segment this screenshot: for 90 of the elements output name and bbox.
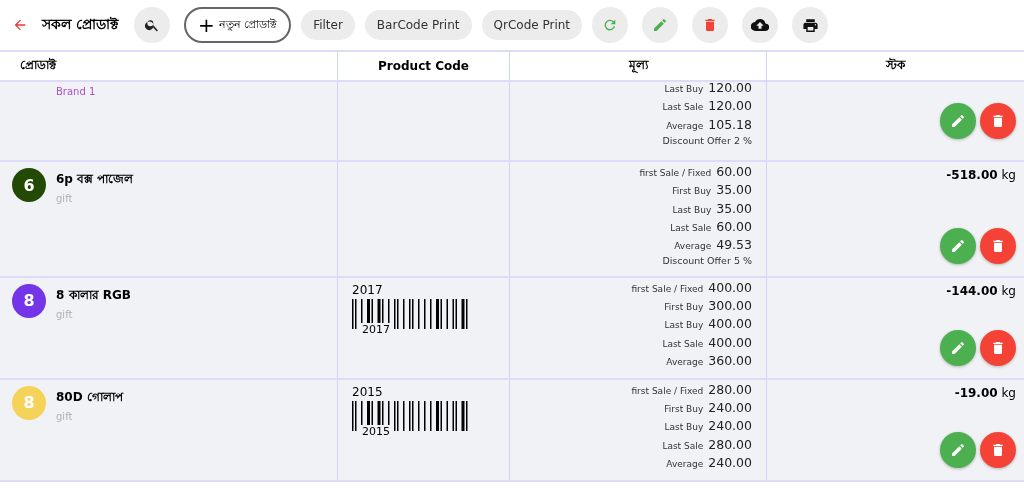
pencil-icon [950, 237, 966, 254]
price-value: 105.18 [708, 116, 752, 132]
trash-icon [990, 441, 1006, 458]
price-label: Average [666, 356, 704, 367]
price-label: First Buy [664, 404, 704, 415]
edit-button[interactable] [940, 431, 976, 468]
price-value: 240.00 [708, 454, 752, 470]
back-arrow-icon[interactable] [12, 17, 28, 33]
price-label: Average [666, 120, 704, 131]
price-label: Average [666, 458, 704, 469]
price-value: 120.00 [708, 80, 752, 95]
column-header[interactable]: মূল্য [628, 56, 648, 76]
product-code: 2017 [352, 282, 383, 297]
price-value: 35.00 [716, 200, 752, 216]
edit-button[interactable] [940, 227, 976, 264]
avatar: 6 [12, 168, 46, 202]
category-label: Brand 1 [56, 86, 96, 97]
pencil-icon [950, 339, 966, 356]
price-label: Last Buy [664, 422, 704, 433]
delete-button[interactable] [692, 7, 729, 43]
price-label: Last Sale [662, 338, 704, 349]
price-label: Average [674, 241, 712, 252]
print-button[interactable] [792, 7, 829, 43]
refresh-button[interactable] [592, 7, 629, 43]
toolbar-chip[interactable]: BarCode Print [364, 10, 472, 40]
price-label: Last Buy [664, 320, 704, 331]
avatar: 8 [12, 283, 46, 318]
column-header[interactable]: প্রোডাক্ট [20, 56, 56, 76]
price-value: 60.00 [716, 218, 752, 234]
price-value: 49.53 [716, 237, 752, 253]
barcode-number: 2015 [361, 424, 391, 438]
price-value: 300.00 [708, 298, 752, 314]
pencil-icon [950, 441, 966, 458]
price-value: 400.00 [708, 279, 752, 295]
category-label: gift [56, 193, 74, 204]
price-value: 400.00 [708, 334, 752, 350]
barcode-number: 2017 [361, 322, 391, 336]
price-label: Last Buy [672, 204, 712, 215]
product-name: 6p বক্স পাজেল [56, 171, 134, 188]
column-header[interactable]: স্টক [886, 56, 905, 76]
price-value: 240.00 [708, 400, 752, 416]
price-label: Last Sale [670, 222, 712, 233]
trash-icon [990, 237, 1006, 254]
price-label: first Sale / Fixed [639, 168, 712, 178]
edit-button[interactable] [940, 103, 976, 139]
pencil-icon [652, 17, 669, 33]
toolbar-chip[interactable]: Filter [301, 10, 355, 40]
search-button[interactable] [133, 7, 170, 43]
price-value: 280.00 [708, 381, 752, 397]
price-label: First Buy [664, 302, 704, 313]
category-label: gift [56, 410, 74, 422]
category-label: gift [56, 308, 74, 320]
price-value: 240.00 [708, 418, 752, 434]
price-value: 60.00 [716, 164, 752, 179]
price-label: first Sale / Fixed [631, 385, 704, 396]
pencil-icon [950, 113, 966, 129]
column-header[interactable]: Product Code [378, 59, 469, 73]
delete-button[interactable] [980, 103, 1016, 139]
price-label: Last Sale [662, 102, 704, 113]
price-value: 280.00 [708, 436, 752, 452]
stock-quantity: -19.00 kg [954, 385, 1016, 400]
price-value: 400.00 [708, 316, 752, 332]
delete-button[interactable] [980, 227, 1016, 264]
discount-note: Discount Offer 2 % [662, 134, 752, 146]
search-icon [143, 17, 160, 33]
trash-icon [990, 113, 1006, 129]
edit-button[interactable] [940, 329, 976, 366]
price-label: Last Sale [662, 440, 704, 451]
product-name: 80D গোলাপ [56, 388, 123, 406]
printer-icon [801, 16, 819, 34]
product-code: 2015 [352, 384, 383, 399]
cloud-upload-button[interactable] [742, 7, 779, 43]
price-label: Last Buy [664, 84, 704, 94]
stock-quantity: -144.00 kg [946, 283, 1016, 298]
avatar: 8 [12, 385, 46, 420]
product-name: 8 কালার RGB [56, 286, 131, 304]
page-title: সকল প্রোডাক্ট [42, 15, 118, 34]
delete-button[interactable] [980, 329, 1016, 366]
price-value: 360.00 [708, 352, 752, 368]
cloud-upload-icon [751, 16, 770, 34]
delete-button[interactable] [980, 431, 1016, 468]
edit-button[interactable] [642, 7, 679, 43]
price-value: 120.00 [708, 98, 752, 114]
price-label: first Sale / Fixed [631, 283, 704, 294]
price-value: 35.00 [716, 182, 752, 198]
trash-icon [990, 339, 1006, 356]
toolbar-chip[interactable]: QrCode Print [481, 10, 583, 40]
stock-quantity: -518.00 kg [946, 168, 1016, 182]
price-label: First Buy [672, 186, 712, 197]
discount-note: Discount Offer 5 % [662, 255, 752, 267]
